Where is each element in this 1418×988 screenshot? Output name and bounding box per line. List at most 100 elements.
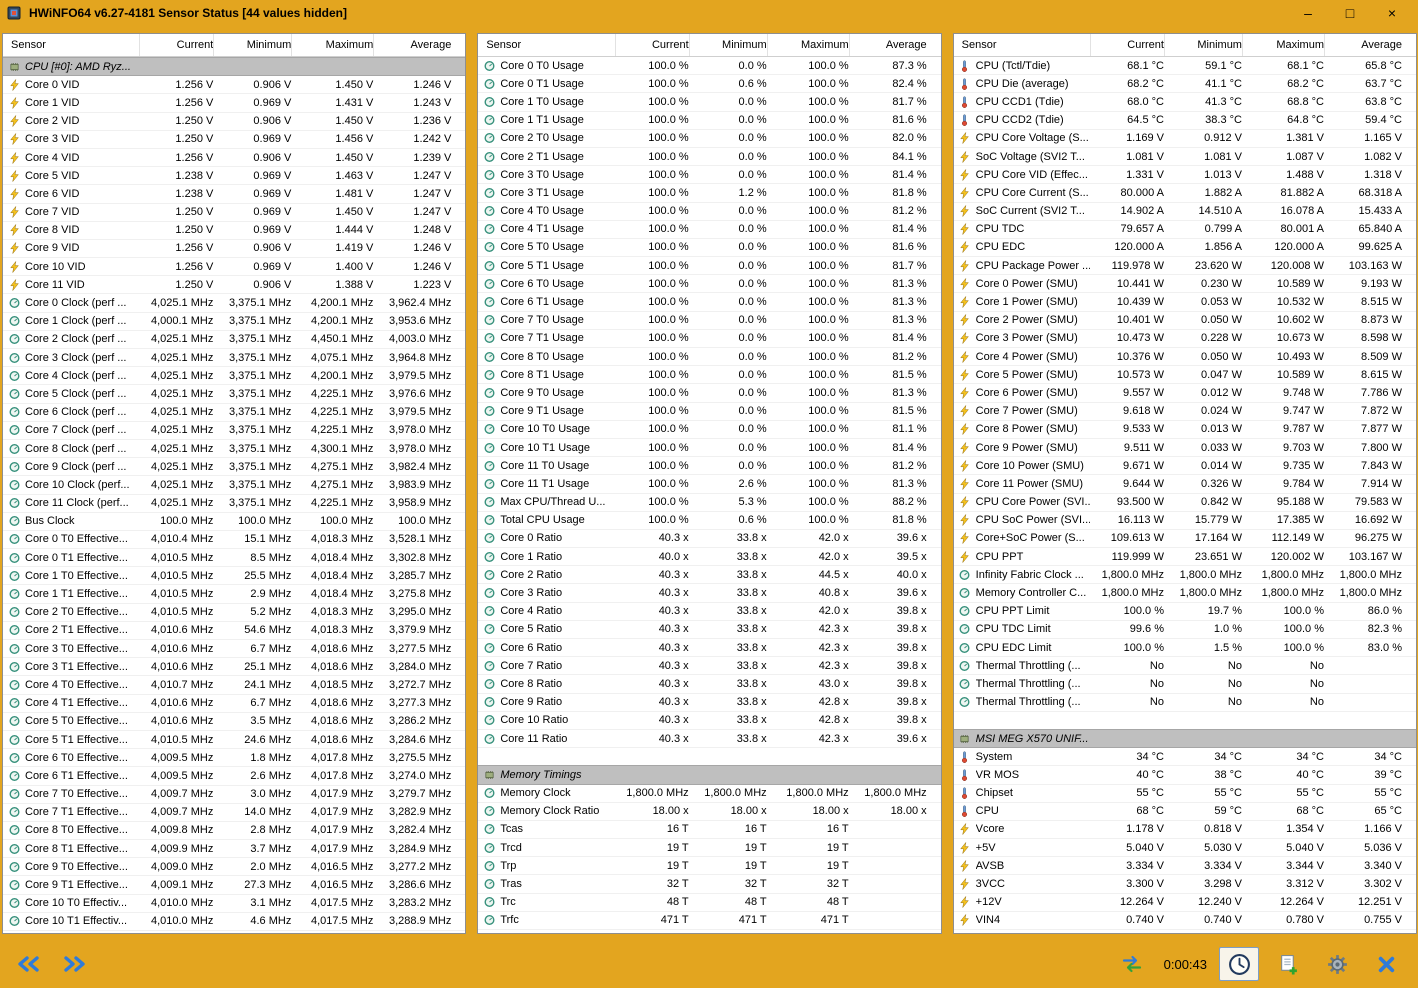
sensor-row[interactable]: Core 0 T1 Usage 100.0 % 0.6 % 100.0 % 82.4 % bbox=[478, 75, 941, 94]
sensor-row[interactable]: Core 11 Ratio 40.3 x 33.8 x 42.3 x 39.6 x bbox=[478, 730, 941, 749]
sensor-row[interactable]: Core 5 Clock (perf ... 4,025.1 MHz 3,375.1… bbox=[3, 385, 466, 404]
sensor-row[interactable]: VIN4 0.740 V 0.740 V 0.780 V 0.755 V bbox=[953, 912, 1416, 930]
sensor-row[interactable]: Core 11 T1 Usage 100.0 % 2.6 % 100.0 % 81.3 … bbox=[478, 475, 941, 494]
sensor-row[interactable]: System 34 °C 34 °C 34 °C 34 °C bbox=[953, 748, 1416, 767]
sensor-row[interactable]: Core 1 Clock (perf ... 4,000.1 MHz 3,375.1… bbox=[3, 313, 466, 331]
sensor-row[interactable]: Core 10 Power (SMU) 9.671 W 0.014 W 9.735 W… bbox=[953, 457, 1416, 476]
sensor-row[interactable]: Core 5 T1 Effective... 4,010.5 MHz 24.6 MH… bbox=[3, 731, 466, 750]
sensor-row[interactable]: Core 10 VID 1.256 V 0.969 V 1.400 V 1.246 V bbox=[3, 258, 466, 277]
sensor-row[interactable]: Core 9 Power (SMU) 9.511 W 0.033 W 9.703 W 7… bbox=[953, 439, 1416, 458]
sensor-row[interactable]: CPU Die (average) 68.2 °C 41.1 °C 68.2 °C 63… bbox=[953, 75, 1416, 94]
minimize-button[interactable]: – bbox=[1290, 2, 1326, 24]
sensor-row[interactable]: Core 6 T0 Usage 100.0 % 0.0 % 100.0 % 81.3 % bbox=[478, 275, 941, 294]
sensor-row[interactable]: Core 4 VID 1.256 V 0.906 V 1.450 V 1.239 V bbox=[3, 149, 466, 168]
sensor-row[interactable]: Total CPU Usage 100.0 % 0.6 % 100.0 % 81.8 % bbox=[478, 512, 941, 530]
sensor-row[interactable]: CPU (Tctl/Tdie) 68.1 °C 59.1 °C 68.1 °C 65.8… bbox=[953, 57, 1416, 76]
sensor-row[interactable]: Core 2 Clock (perf ... 4,025.1 MHz 3,375.1… bbox=[3, 331, 466, 349]
sensor-row[interactable]: Core 8 T0 Effective... 4,009.8 MHz 2.8 MHz… bbox=[3, 822, 466, 841]
sensor-row[interactable]: VR MOS 40 °C 38 °C 40 °C 39 °C bbox=[953, 766, 1416, 785]
titlebar[interactable]: HWiNFO64 v6.27-4181 Sensor Status [44 va… bbox=[0, 0, 1418, 26]
sensor-row[interactable]: Core 5 T0 Usage 100.0 % 0.0 % 100.0 % 81.6 % bbox=[478, 239, 941, 258]
sensor-row[interactable]: Core 6 Ratio 40.3 x 33.8 x 42.3 x 39.8 x bbox=[478, 639, 941, 658]
sensor-row[interactable]: Core 8 T0 Usage 100.0 % 0.0 % 100.0 % 81.2 % bbox=[478, 348, 941, 367]
sensor-row[interactable]: Core 2 Ratio 40.3 x 33.8 x 44.5 x 40.0 x bbox=[478, 566, 941, 585]
sensor-row[interactable]: Core 11 Power (SMU) 9.644 W 0.326 W 9.784 W… bbox=[953, 475, 1416, 494]
sensor-row[interactable]: Core 11 VID 1.250 V 0.906 V 1.388 V 1.223 V bbox=[3, 276, 466, 295]
sensor-row[interactable]: Trcd 19 T 19 T 19 T bbox=[478, 839, 941, 858]
sensor-row[interactable]: Bus Clock 100.0 MHz 100.0 MHz 100.0 MHz 100.… bbox=[3, 513, 466, 531]
section-header-row[interactable]: MSI MEG X570 UNIF... bbox=[953, 728, 1416, 749]
sensor-row[interactable]: Core 3 T1 Effective... 4,010.6 MHz 25.1 MH… bbox=[3, 658, 466, 677]
sensor-row[interactable]: Core 9 T1 Usage 100.0 % 0.0 % 100.0 % 81.5 % bbox=[478, 403, 941, 421]
sensor-row[interactable]: Core 9 T1 Effective... 4,009.1 MHz 27.3 MH… bbox=[3, 876, 466, 895]
sensor-row[interactable]: Core 2 T1 Effective... 4,010.6 MHz 54.6 MH… bbox=[3, 622, 466, 640]
sensor-row[interactable]: Core 4 Clock (perf ... 4,025.1 MHz 3,375.1… bbox=[3, 367, 466, 386]
sensor-row[interactable]: Core 4 T1 Usage 100.0 % 0.0 % 100.0 % 81.4 % bbox=[478, 221, 941, 239]
sensor-row[interactable]: Core 11 T0 Effectiv...4,010.0 MHz63.2 MH… bbox=[3, 931, 465, 933]
sensor-row[interactable]: Core 10 T0 Usage 100.0 % 0.0 % 100.0 % 81.1 … bbox=[478, 421, 941, 439]
sensor-row[interactable]: Core 8 Power (SMU) 9.533 W 0.013 W 9.787 W 7… bbox=[953, 421, 1416, 439]
section-header-row[interactable]: CPU [#0]: AMD Ryz... bbox=[3, 57, 466, 77]
sensor-row[interactable]: Core 0 T1 Effective... 4,010.5 MHz 8.5 MHz… bbox=[3, 549, 466, 568]
sensor-row[interactable]: 3VSB3.334 V3.334 V3.334 V3.334 V bbox=[954, 930, 1416, 934]
sensor-row[interactable]: Core 3 Clock (perf ... 4,025.1 MHz 3,375.1… bbox=[3, 349, 466, 368]
sensor-row[interactable]: Command Rate1 T1 T1 T bbox=[478, 930, 940, 934]
sensor-row[interactable]: Core 1 T0 Usage 100.0 % 0.0 % 100.0 % 81.7 % bbox=[478, 93, 941, 112]
sensor-row[interactable]: Core 1 Power (SMU) 10.439 W 0.053 W 10.532 … bbox=[953, 293, 1416, 312]
sensor-row[interactable]: Core 4 Ratio 40.3 x 33.8 x 42.0 x 39.8 x bbox=[478, 603, 941, 621]
sensor-row[interactable]: Core 4 T0 Effective... 4,010.7 MHz 24.1 MH… bbox=[3, 676, 466, 695]
sensor-row[interactable]: Thermal Throttling (... No No No bbox=[953, 694, 1416, 712]
sensor-row[interactable]: Core 5 Ratio 40.3 x 33.8 x 42.3 x 39.8 x bbox=[478, 621, 941, 639]
sensor-row[interactable]: Core 0 T0 Usage 100.0 % 0.0 % 100.0 % 87.3 % bbox=[478, 57, 941, 76]
sensor-row[interactable]: +12V 12.264 V 12.240 V 12.264 V 12.251 V bbox=[953, 894, 1416, 912]
sensor-row[interactable]: Core 1 VID 1.256 V 0.969 V 1.431 V 1.243 V bbox=[3, 94, 466, 113]
sensor-row[interactable]: AVSB 3.334 V 3.334 V 3.344 V 3.340 V bbox=[953, 857, 1416, 876]
sensor-row[interactable]: Core 2 Power (SMU) 10.401 W 0.050 W 10.602 … bbox=[953, 312, 1416, 330]
sensor-row[interactable]: CPU SoC Power (SVI... 16.113 W 15.779 W 17.… bbox=[953, 512, 1416, 530]
sensor-row[interactable]: Core 3 VID 1.250 V 0.969 V 1.456 V 1.242 V bbox=[3, 131, 466, 149]
sensor-row[interactable]: Max CPU/Thread U... 100.0 % 5.3 % 100.0 % 88… bbox=[478, 494, 941, 512]
sensor-row[interactable]: Trfc 471 T 471 T 471 T bbox=[478, 912, 941, 930]
sensor-row[interactable]: Core 8 T1 Usage 100.0 % 0.0 % 100.0 % 81.5 % bbox=[478, 366, 941, 385]
sensor-row[interactable]: Core 8 Clock (perf ... 4,025.1 MHz 3,375.1… bbox=[3, 440, 466, 459]
sensor-row[interactable]: CPU PPT 119.999 W 23.651 W 120.002 W 103.167… bbox=[953, 548, 1416, 567]
settings-button[interactable] bbox=[1317, 947, 1357, 981]
sensor-row[interactable]: CPU Core Current (S... 80.000 A 1.882 A 81.… bbox=[953, 184, 1416, 203]
sensor-row[interactable]: Core 7 Ratio 40.3 x 33.8 x 42.3 x 39.8 x bbox=[478, 657, 941, 676]
reset-min-max-button[interactable] bbox=[1112, 947, 1152, 981]
sensor-row[interactable]: SoC Current (SVI2 T... 14.902 A 14.510 A 16… bbox=[953, 203, 1416, 221]
sensor-row[interactable]: Core 8 Ratio 40.3 x 33.8 x 43.0 x 39.8 x bbox=[478, 675, 941, 694]
collapse-columns-button[interactable] bbox=[8, 947, 48, 981]
maximize-button[interactable]: □ bbox=[1332, 2, 1368, 24]
sensor-row[interactable]: Core 5 VID 1.238 V 0.969 V 1.463 V 1.247 V bbox=[3, 167, 466, 186]
sensor-row[interactable]: Memory Clock 1,800.0 MHz 1,800.0 MHz 1,800.… bbox=[478, 785, 941, 803]
sensor-row[interactable]: Core 6 T1 Effective... 4,009.5 MHz 2.6 MHz… bbox=[3, 767, 466, 786]
sensor-row[interactable]: CPU Core VID (Effec... 1.331 V 1.013 V 1.48… bbox=[953, 166, 1416, 185]
sensor-row[interactable]: Core 1 T1 Effective... 4,010.5 MHz 2.9 MHz… bbox=[3, 585, 466, 604]
sensor-row[interactable]: Core 4 T0 Usage 100.0 % 0.0 % 100.0 % 81.2 % bbox=[478, 203, 941, 221]
expand-columns-button[interactable] bbox=[54, 947, 94, 981]
sensor-row[interactable]: Core 4 T1 Effective... 4,010.6 MHz 6.7 MHz… bbox=[3, 695, 466, 713]
sensor-row[interactable]: Core 0 Ratio 40.3 x 33.8 x 42.0 x 39.6 x bbox=[478, 530, 941, 549]
sensor-row[interactable]: Core 2 T1 Usage 100.0 % 0.0 % 100.0 % 84.1 % bbox=[478, 148, 941, 167]
sensor-row[interactable]: Core 3 Power (SMU) 10.473 W 0.228 W 10.673 … bbox=[953, 330, 1416, 348]
sensor-row[interactable]: Core 10 T1 Usage 100.0 % 0.0 % 100.0 % 81.4 … bbox=[478, 439, 941, 458]
sensor-row[interactable]: Trc 48 T 48 T 48 T bbox=[478, 894, 941, 912]
sensor-row[interactable]: Core 3 T0 Effective... 4,010.6 MHz 6.7 MHz… bbox=[3, 640, 466, 659]
sensor-row[interactable]: Trp 19 T 19 T 19 T bbox=[478, 857, 941, 876]
sensor-row[interactable]: Core 1 T1 Usage 100.0 % 0.0 % 100.0 % 81.6 % bbox=[478, 112, 941, 130]
sensor-row[interactable]: Memory Controller C... 1,800.0 MHz 1,800.0… bbox=[953, 584, 1416, 603]
sensor-row[interactable]: Core 1 T0 Effective... 4,010.5 MHz 25.5 MH… bbox=[3, 567, 466, 586]
sensor-row[interactable]: Core 6 T0 Effective... 4,009.5 MHz 1.8 MHz… bbox=[3, 749, 466, 768]
sensor-row[interactable]: Core 4 Power (SMU) 10.376 W 0.050 W 10.493 … bbox=[953, 348, 1416, 367]
sensor-row[interactable]: CPU Package Power ... 119.978 W 23.620 W 12… bbox=[953, 257, 1416, 276]
sensor-row[interactable]: Core 1 Ratio 40.0 x 33.8 x 42.0 x 39.5 x bbox=[478, 548, 941, 567]
sensor-row[interactable]: Core 11 T0 Usage 100.0 % 0.0 % 100.0 % 81.2 … bbox=[478, 457, 941, 476]
sensor-row[interactable]: Core 2 VID 1.250 V 0.906 V 1.450 V 1.236 V bbox=[3, 113, 466, 131]
sensor-row[interactable]: CPU TDC Limit 99.6 % 1.0 % 100.0 % 82.3 % bbox=[953, 621, 1416, 639]
sensor-row[interactable]: Core 7 Clock (perf ... 4,025.1 MHz 3,375.1… bbox=[3, 422, 466, 440]
sensor-row[interactable]: Tcas 16 T 16 T 16 T bbox=[478, 821, 941, 840]
close-sensors-button[interactable] bbox=[1366, 947, 1406, 981]
sensor-row[interactable]: Core 8 T1 Effective... 4,009.9 MHz 3.7 MHz… bbox=[3, 840, 466, 859]
sensor-row[interactable]: Core 7 T1 Usage 100.0 % 0.0 % 100.0 % 81.4 % bbox=[478, 330, 941, 348]
